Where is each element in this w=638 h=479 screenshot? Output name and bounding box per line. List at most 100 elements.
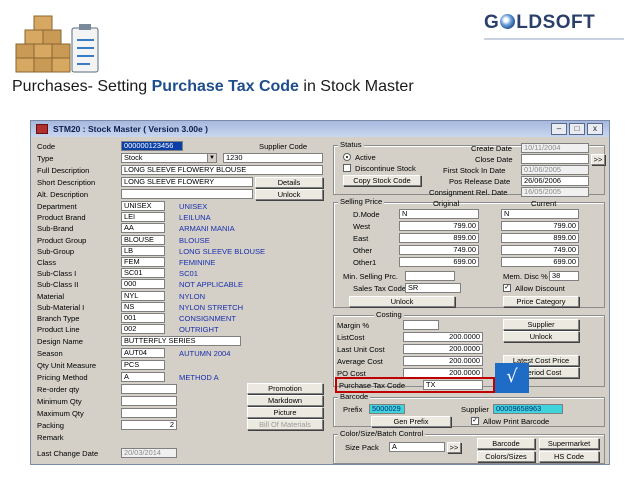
title-highlight: Purchase Tax Code: [151, 78, 299, 95]
margin-field[interactable]: [403, 320, 439, 330]
current-price-field[interactable]: N: [501, 209, 579, 219]
markdown-button[interactable]: Markdown: [247, 395, 323, 406]
allow-discount-checkbox[interactable]: ✓: [503, 284, 511, 292]
type-select[interactable]: Stock: [121, 153, 209, 163]
packing-field[interactable]: 2: [121, 420, 177, 430]
active-radio[interactable]: [343, 153, 351, 161]
pos-release-date-field[interactable]: 26/06/2006: [521, 176, 589, 186]
price-category-button[interactable]: Price Category: [503, 296, 579, 307]
classification-code-field[interactable]: 000: [121, 279, 165, 290]
price-row-label: East: [353, 234, 369, 243]
size-pack-field[interactable]: A: [389, 442, 445, 452]
maximum-qty-field[interactable]: [121, 408, 177, 418]
current-price-field[interactable]: 699.00: [501, 257, 579, 267]
classification-code-field[interactable]: 002: [121, 324, 165, 335]
bill-of-materials-button[interactable]: Bill Of Materials: [247, 419, 323, 430]
discontinue-label: Discontinue Stock: [355, 164, 416, 173]
list-cost-label: ListCost: [337, 333, 365, 342]
allow-print-barcode-checkbox[interactable]: ✓: [471, 417, 479, 425]
original-price-field[interactable]: 899.00: [399, 233, 479, 243]
app-icon: [36, 124, 48, 134]
maximize-button[interactable]: □: [569, 123, 585, 135]
current-price-field[interactable]: 799.00: [501, 221, 579, 231]
design-name-field[interactable]: BUTTERFLY SERIES: [121, 336, 241, 346]
original-price-field[interactable]: 699.00: [399, 257, 479, 267]
classification-code-field[interactable]: UNISEX: [121, 201, 165, 211]
costing-unlock-button[interactable]: Unlock: [503, 331, 579, 342]
min-selling-price-field[interactable]: [405, 271, 455, 281]
full-description-field[interactable]: LONG SLEEVE FLOWERY BLOUSE: [121, 165, 323, 175]
barcode-prefix-field[interactable]: 5000029: [369, 404, 405, 414]
discontinue-checkbox[interactable]: [343, 164, 351, 172]
qty-unit-measure-field[interactable]: PCS: [121, 360, 165, 370]
minimum-qty-field[interactable]: [121, 396, 177, 406]
allow-discount-label: Allow Discount: [515, 284, 565, 293]
create-date-field: 10/11/2004: [521, 143, 589, 153]
classification-code-field[interactable]: LEI: [121, 212, 165, 223]
supermarket-button[interactable]: Supermarket: [539, 438, 599, 449]
first-stock-in-date-label: First Stock In Date: [443, 166, 506, 175]
classification-description: ARMANI MANIA: [179, 224, 235, 234]
minimize-button[interactable]: –: [551, 123, 567, 135]
hs-code-button[interactable]: HS Code: [539, 451, 599, 462]
classification-description: NYLON STRETCH: [179, 302, 244, 312]
sales-tax-code-field[interactable]: SR: [405, 283, 461, 293]
classification-label: Department: [37, 202, 77, 211]
promotion-button[interactable]: Promotion: [247, 383, 323, 394]
classification-label: Sub-Group: [37, 246, 75, 256]
size-pack-nav-button[interactable]: >>: [447, 442, 461, 453]
close-date-nav-button[interactable]: >>: [591, 154, 605, 165]
selling-price-group-title: Selling Price: [338, 197, 385, 206]
classification-code-field[interactable]: NYL: [121, 290, 165, 301]
classification-code-field[interactable]: NS: [121, 301, 165, 312]
purchase-tax-code-highlight: [335, 377, 495, 393]
title-suffix: in Stock Master: [298, 78, 414, 95]
classification-code-field[interactable]: AA: [121, 223, 165, 234]
barcode-supplier-field[interactable]: 00009658963: [493, 404, 563, 414]
type-code-field[interactable]: 1230: [223, 153, 323, 163]
consignment-release-date-field: 16/05/2005: [521, 187, 589, 197]
current-price-field[interactable]: 899.00: [501, 233, 579, 243]
short-description-field[interactable]: LONG SLEEVE FLOWERY: [121, 177, 253, 187]
details-button[interactable]: Details: [255, 177, 323, 188]
barcode-button[interactable]: Barcode: [477, 438, 535, 449]
chevron-down-icon[interactable]: ▼: [207, 153, 217, 163]
code-field[interactable]: 000000123456: [121, 141, 183, 151]
close-date-field[interactable]: [521, 154, 589, 164]
classification-code-field[interactable]: 001: [121, 313, 165, 323]
window-titlebar: STM20 : Stock Master ( Version 3.00e ) –…: [31, 121, 609, 137]
color-size-batch-group-title: Color/Size/Batch Control: [338, 429, 426, 438]
classification-description: NYLON: [179, 291, 206, 301]
current-price-field[interactable]: 749.00: [501, 245, 579, 255]
original-price-field[interactable]: N: [399, 209, 479, 219]
original-column-header: Original: [433, 199, 460, 208]
season-label: Season: [37, 349, 63, 358]
reorder-qty-field[interactable]: [121, 384, 177, 394]
list-cost-field[interactable]: 200.0000: [403, 332, 483, 342]
original-price-field[interactable]: 749.00: [399, 245, 479, 255]
close-button[interactable]: x: [587, 123, 603, 135]
last-unit-cost-field[interactable]: 200.0000: [403, 344, 483, 354]
average-cost-field[interactable]: 200.0000: [403, 356, 483, 366]
picture-button[interactable]: Picture: [247, 407, 323, 418]
remark-label: Remark: [37, 433, 64, 442]
member-discount-field[interactable]: 38: [549, 271, 579, 281]
supplier-button[interactable]: Supplier: [503, 319, 579, 330]
season-code-field[interactable]: AUT04: [121, 348, 165, 358]
gen-prefix-button[interactable]: Gen Prefix: [371, 416, 451, 427]
unlock-button[interactable]: Unlock: [255, 189, 323, 200]
classification-code-field[interactable]: SC01: [121, 268, 165, 279]
pricing-method-field[interactable]: A: [121, 372, 165, 382]
classification-code-field[interactable]: FEM: [121, 257, 165, 267]
classification-description: CONSIGNMENT: [179, 314, 236, 323]
classification-code-field[interactable]: BLOUSE: [121, 234, 165, 245]
colors-sizes-button[interactable]: Colors/Sizes: [477, 451, 535, 462]
inventory-boxes-icon: [15, 15, 99, 73]
globe-icon: [500, 14, 516, 29]
original-price-field[interactable]: 799.00: [399, 221, 479, 231]
classification-code-field[interactable]: LB: [121, 245, 165, 256]
pos-release-date-label: Pos Release Date: [449, 177, 511, 186]
selling-unlock-button[interactable]: Unlock: [349, 296, 455, 307]
copy-stock-code-button[interactable]: Copy Stock Code: [343, 175, 421, 186]
alt-description-field[interactable]: [121, 189, 253, 199]
